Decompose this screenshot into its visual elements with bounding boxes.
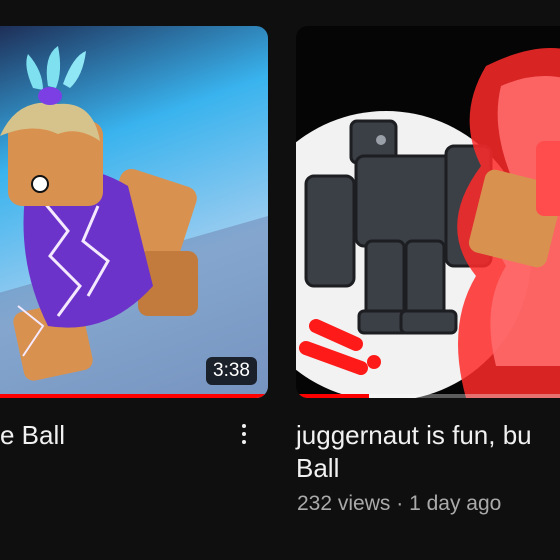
video-title-line-1: juggernaut is fun, bu <box>296 420 532 450</box>
view-count: 232 views <box>297 492 391 515</box>
upload-age: 1 day ago <box>409 492 502 515</box>
video-card-2[interactable] <box>296 26 560 398</box>
video-card-1[interactable]: 3:38 <box>0 26 268 398</box>
watch-progress-fill <box>296 394 369 398</box>
video-title[interactable]: juggernaut is fun, bu Ball <box>296 419 532 485</box>
video-thumbnail[interactable]: 3:38 <box>0 26 268 398</box>
meta-separator: · <box>396 492 404 515</box>
watch-progress-bar <box>0 394 268 398</box>
video-title-line-2: Ball <box>296 453 340 483</box>
video-metadata: 232 views · 1 day ago <box>297 492 501 516</box>
video-duration-badge: 3:38 <box>206 357 257 385</box>
watch-progress-fill <box>0 394 268 398</box>
thumbnail-art-roblox-lightning <box>0 46 268 398</box>
thumbnail-art-roblox-juggernaut <box>296 48 560 398</box>
watch-progress-bar <box>296 394 560 398</box>
video-thumbnail[interactable] <box>296 26 560 398</box>
more-vert-icon[interactable] <box>234 418 254 450</box>
video-title[interactable]: e Ball <box>0 419 65 452</box>
